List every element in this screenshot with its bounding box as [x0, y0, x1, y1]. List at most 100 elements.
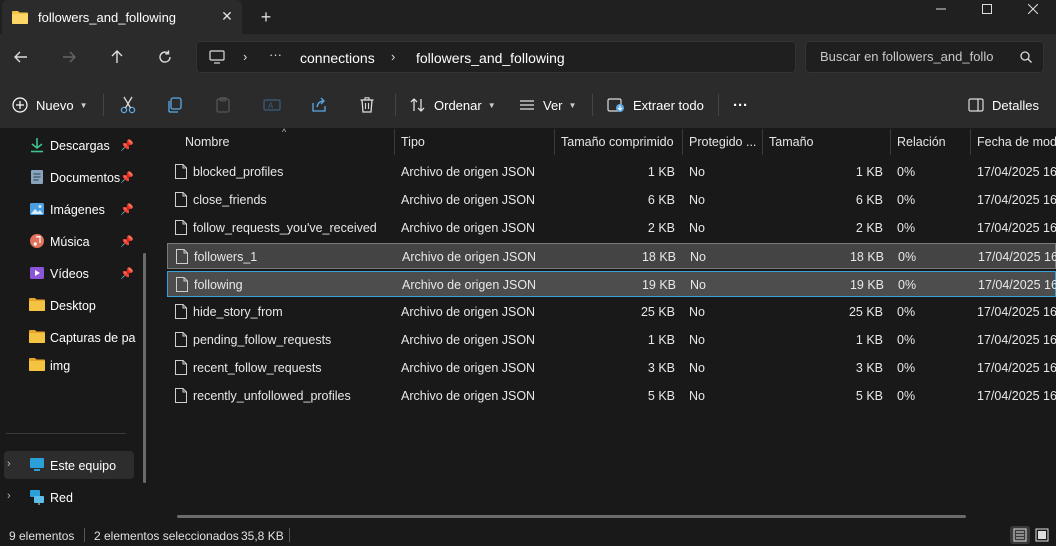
arrow-left-icon: [14, 51, 27, 63]
file-icon: [175, 388, 187, 406]
breadcrumb-more-button[interactable]: ···: [269, 47, 282, 62]
tab-followers-and-following[interactable]: followers_and_following ✕: [2, 0, 242, 34]
monitor-icon: [209, 50, 225, 67]
computer-icon: [29, 457, 45, 473]
file-row-recently-unfollowed-profiles[interactable]: recently_unfollowed_profiles Archivo de …: [167, 383, 1056, 409]
maximize-button[interactable]: [964, 0, 1010, 22]
file-size: 1 KB: [855, 165, 883, 179]
file-name: blocked_profiles: [193, 165, 284, 179]
column-divider[interactable]: [762, 129, 763, 155]
file-row-follow-requests-received[interactable]: follow_requests_you've_received Archivo …: [167, 215, 1056, 241]
view-button[interactable]: Ver ▼: [519, 93, 576, 117]
file-row-pending-follow-requests[interactable]: pending_follow_requests Archivo de orige…: [167, 327, 1056, 353]
chevron-right-icon[interactable]: ›: [7, 458, 11, 470]
sidebar-item-documentos[interactable]: Documentos 📌: [0, 163, 140, 191]
tab-close-button[interactable]: ✕: [218, 7, 236, 25]
sidebar-item-img[interactable]: img: [0, 351, 140, 379]
file-date: 17/04/2025 16:3: [977, 165, 1056, 179]
file-date: 17/04/2025 16:3: [977, 193, 1056, 207]
refresh-button[interactable]: [152, 44, 178, 70]
rename-button[interactable]: A: [263, 93, 281, 117]
file-compressed-size: 2 KB: [647, 221, 675, 235]
column-divider[interactable]: [554, 129, 555, 155]
forward-button[interactable]: [56, 44, 82, 70]
column-header-type[interactable]: Tipo: [401, 135, 425, 149]
file-compressed-size: 1 KB: [647, 333, 675, 347]
large-icons-view-button[interactable]: [1032, 526, 1052, 544]
details-pane-icon: [968, 98, 984, 112]
paste-button[interactable]: [215, 93, 231, 117]
breadcrumb-followers-and-following[interactable]: followers_and_following: [416, 50, 565, 66]
sidebar-item-capturas[interactable]: Capturas de pantalla: [0, 323, 140, 351]
column-header-protected[interactable]: Protegido ...: [689, 135, 756, 149]
sidebar-item-desktop[interactable]: Desktop: [0, 291, 140, 319]
column-header-size[interactable]: Tamaño: [769, 135, 813, 149]
column-divider[interactable]: [682, 129, 683, 155]
sidebar-item-label: Este equipo: [50, 459, 117, 473]
file-type: Archivo de origen JSON: [401, 389, 536, 403]
chevron-right-icon[interactable]: ›: [7, 490, 11, 502]
cut-button[interactable]: [119, 93, 137, 117]
delete-button[interactable]: [359, 93, 375, 117]
view-list-icon: [520, 100, 534, 110]
file-type: Archivo de origen JSON: [401, 361, 536, 375]
column-header-compressed-size[interactable]: Tamaño comprimido: [561, 135, 674, 149]
minimize-button[interactable]: [918, 0, 964, 22]
details-view-button[interactable]: [1010, 526, 1030, 544]
column-divider[interactable]: [394, 129, 395, 155]
details-button[interactable]: Detalles: [968, 93, 1039, 117]
up-button[interactable]: [104, 44, 130, 70]
file-protected: No: [689, 361, 705, 375]
file-row-following[interactable]: following Archivo de origen JSON 19 KB N…: [167, 271, 1056, 297]
sidebar-item-videos[interactable]: Vídeos 📌: [0, 259, 140, 287]
search-box[interactable]: [805, 41, 1044, 73]
file-date: 17/04/2025 16:3: [977, 305, 1056, 319]
sidebar-item-este-equipo[interactable]: › Este equipo: [4, 451, 134, 479]
breadcrumb-separator[interactable]: ›: [243, 49, 247, 64]
selection-size: 35,8 KB: [241, 529, 284, 543]
column-divider[interactable]: [890, 129, 891, 155]
file-row-close-friends[interactable]: close_friends Archivo de origen JSON 6 K…: [167, 187, 1056, 213]
column-header-ratio[interactable]: Relación: [897, 135, 946, 149]
sort-button[interactable]: Ordenar ▼: [410, 93, 496, 117]
column-header-name[interactable]: Nombre: [185, 135, 229, 149]
file-type: Archivo de origen JSON: [402, 250, 537, 264]
sidebar-scrollbar[interactable]: [143, 253, 146, 483]
arrow-right-icon: [63, 51, 76, 63]
file-protected: No: [690, 250, 706, 264]
file-row-followers-1[interactable]: followers_1 Archivo de origen JSON 18 KB…: [167, 243, 1056, 269]
share-button[interactable]: [311, 93, 327, 117]
close-window-button[interactable]: [1010, 0, 1056, 22]
file-size: 1 KB: [855, 333, 883, 347]
search-input[interactable]: [820, 49, 1010, 64]
sidebar-item-descargas[interactable]: Descargas 📌: [0, 131, 140, 159]
horizontal-scrollbar[interactable]: [177, 515, 966, 518]
extract-all-button[interactable]: Extraer todo: [607, 93, 704, 117]
file-name: close_friends: [193, 193, 267, 207]
sidebar-item-label: Desktop: [50, 299, 96, 313]
new-button[interactable]: Nuevo ▼: [12, 93, 88, 117]
column-divider[interactable]: [970, 129, 971, 155]
sidebar-item-musica[interactable]: Música 📌: [0, 227, 140, 255]
sidebar-item-red[interactable]: › Red: [0, 483, 140, 511]
more-options-button[interactable]: ···: [733, 93, 748, 117]
new-tab-button[interactable]: +: [255, 6, 277, 28]
file-compressed-size: 5 KB: [647, 389, 675, 403]
status-bar: 9 elementos 2 elementos seleccionados 35…: [0, 522, 1056, 546]
file-name: hide_story_from: [193, 305, 283, 319]
column-header-date[interactable]: Fecha de modi: [977, 135, 1056, 149]
back-button[interactable]: [8, 44, 34, 70]
file-row-blocked-profiles[interactable]: blocked_profiles Archivo de origen JSON …: [167, 159, 1056, 185]
file-compressed-size: 6 KB: [647, 193, 675, 207]
breadcrumb-separator[interactable]: ›: [391, 49, 395, 64]
address-bar[interactable]: › ··· connections › followers_and_follow…: [196, 41, 796, 73]
breadcrumb-connections[interactable]: connections: [300, 50, 375, 66]
share-icon: [312, 97, 326, 112]
chevron-down-icon: ▼: [79, 100, 88, 110]
copy-button[interactable]: [167, 93, 183, 117]
command-bar: Nuevo ▼ A Ordenar ▼ Ver ▼ Extraer todo ·…: [0, 80, 1056, 129]
file-row-hide-story-from[interactable]: hide_story_from Archivo de origen JSON 2…: [167, 299, 1056, 325]
file-row-recent-follow-requests[interactable]: recent_follow_requests Archivo de origen…: [167, 355, 1056, 381]
file-icon: [175, 164, 187, 182]
sidebar-item-imagenes[interactable]: Imágenes 📌: [0, 195, 140, 223]
